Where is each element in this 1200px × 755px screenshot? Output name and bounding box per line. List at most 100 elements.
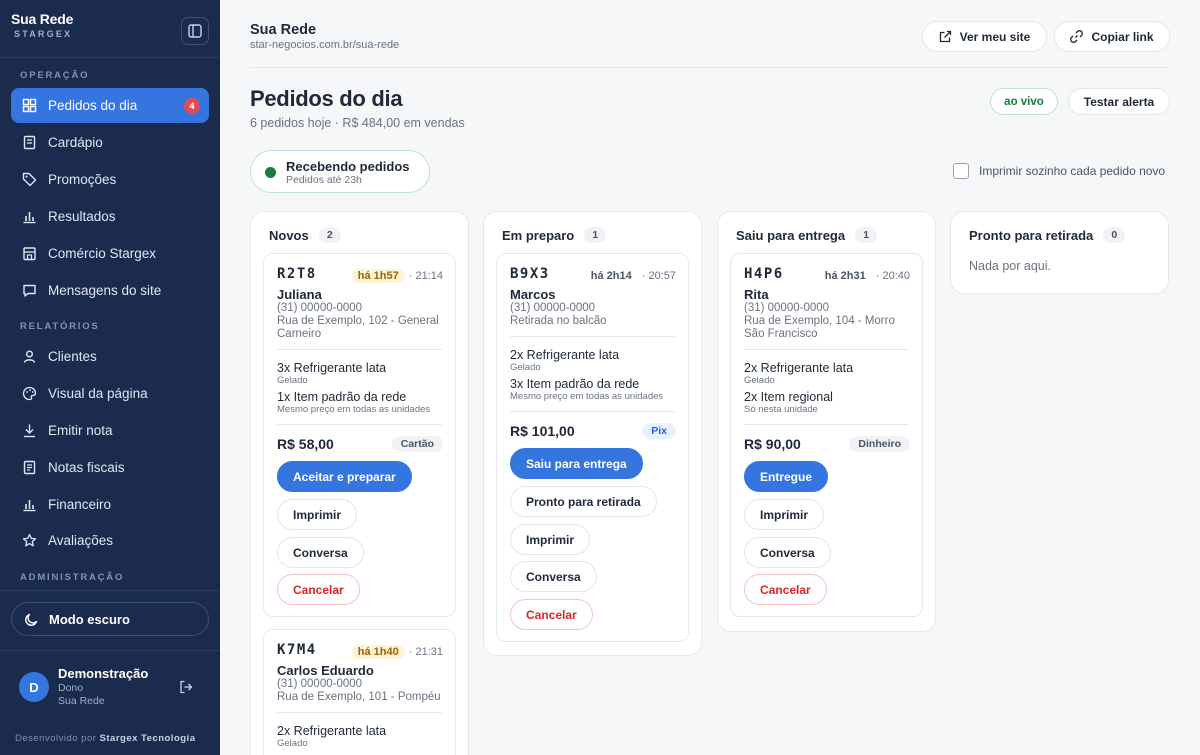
view-site-button[interactable]: Ver meu site <box>922 21 1047 52</box>
chat-button[interactable]: Conversa <box>277 537 364 568</box>
order-time: · 20:57 <box>641 270 676 282</box>
order-item: 2x Refrigerante lata Gelado <box>510 348 619 373</box>
sidebar-item-clientes[interactable]: Clientes <box>11 339 209 374</box>
order-code: H4P6 <box>744 266 784 282</box>
message-icon <box>21 283 37 299</box>
item-name: 2x Item regional <box>744 390 833 404</box>
avatar: D <box>19 672 49 702</box>
logout-icon <box>180 680 193 694</box>
item-note: Gelado <box>744 375 775 386</box>
collapse-sidebar-button[interactable] <box>181 17 209 45</box>
item-note: Gelado <box>277 375 308 386</box>
column-title: Novos <box>269 227 309 243</box>
payment-badge: Pix <box>642 423 676 439</box>
column-count: 1 <box>855 227 878 243</box>
sidebar-item-mensagens[interactable]: Mensagens do site <box>11 273 209 308</box>
card-divider <box>277 424 442 425</box>
card-divider <box>744 349 909 350</box>
item-note: Gelado <box>510 362 541 373</box>
sidebar-item-emitir-nota[interactable]: Emitir nota <box>11 413 209 448</box>
item-name: 2x Refrigerante lata <box>744 361 854 375</box>
user-name: Demonstração <box>58 666 149 681</box>
column-header: Saiu para entrega 1 <box>736 227 878 243</box>
column-count: 1 <box>584 227 607 243</box>
receiving-orders-toggle[interactable]: Recebendo pedidos Pedidos até 23h <box>250 150 430 193</box>
dark-mode-button[interactable]: Modo escuro <box>11 602 209 636</box>
chat-button[interactable]: Conversa <box>510 561 597 592</box>
sidebar-item-resultados[interactable]: Resultados <box>11 199 209 234</box>
brand-sub: STARGEX <box>14 29 73 39</box>
cancel-button[interactable]: Cancelar <box>744 574 827 605</box>
item-note: Mesmo preço em todas as unidades <box>510 391 664 402</box>
order-card[interactable]: R2T8 há 1h57 · 21:14 Juliana (31) 00000-… <box>263 253 456 617</box>
column-novos: Novos 2 R2T8 há 1h57 · 21:14 Juliana (31… <box>250 211 469 755</box>
column-saiu-para-entrega: Saiu para entrega 1 H4P6 há 2h31 · 20:40… <box>717 211 936 632</box>
order-meta: há 2h14 · 20:57 <box>585 269 676 283</box>
cancel-button[interactable]: Cancelar <box>277 574 360 605</box>
live-badge: ao vivo <box>990 88 1058 115</box>
cancel-button[interactable]: Cancelar <box>510 599 593 630</box>
out-for-delivery-button[interactable]: Saiu para entrega <box>510 448 643 479</box>
print-button[interactable]: Imprimir <box>277 499 358 530</box>
logout-button[interactable] <box>179 680 193 694</box>
column-count: 2 <box>318 227 341 243</box>
column-header: Em preparo 1 <box>502 227 607 243</box>
card-divider <box>277 349 442 350</box>
star-icon <box>21 533 37 549</box>
sidebar-item-label: Visual da página <box>48 386 148 401</box>
elapsed-badge: há 2h31 <box>824 270 866 282</box>
receiving-subtitle: Pedidos até 23h <box>286 174 362 186</box>
order-total: R$ 90,00 <box>744 436 801 452</box>
ready-for-pickup-button[interactable]: Pronto para retirada <box>510 486 657 517</box>
column-em-preparo: Em preparo 1 B9X3 há 2h14 · 20:57 Marcos… <box>483 211 702 656</box>
sidebar-item-avaliacoes[interactable]: Avaliações <box>11 523 209 558</box>
auto-print-checkbox[interactable] <box>953 163 969 179</box>
sidebar-item-label: Avaliações <box>48 533 114 548</box>
print-button[interactable]: Imprimir <box>744 499 825 530</box>
sidebar-item-pedidos[interactable]: Pedidos do dia 4 <box>11 88 209 123</box>
menu-book-icon <box>21 135 37 151</box>
user-panel: D Demonstração Dono Sua Rede <box>19 666 199 710</box>
customer-phone: (31) 00000-0000 <box>277 302 363 314</box>
column-title: Pronto para retirada <box>969 227 1094 243</box>
customer-phone: (31) 00000-0000 <box>510 302 596 314</box>
bar-chart-icon <box>21 209 37 225</box>
column-title: Em preparo <box>502 227 575 243</box>
sidebar-item-label: Cardápio <box>48 135 103 150</box>
chat-button[interactable]: Conversa <box>744 537 831 568</box>
order-total: R$ 58,00 <box>277 436 334 452</box>
credit-company: Stargex Tecnologia <box>99 733 196 744</box>
item-name: 1x Item padrão da rede <box>277 390 407 404</box>
order-meta: há 1h57 · 21:14 <box>351 269 443 283</box>
delivered-button[interactable]: Entregue <box>744 461 829 492</box>
payment-badge: Cartão <box>391 436 443 452</box>
site-url: star-negocios.com.br/sua-rede <box>250 39 400 51</box>
order-time: · 21:31 <box>408 646 443 658</box>
test-alert-button[interactable]: Testar alerta <box>1068 88 1170 115</box>
sidebar-item-financeiro[interactable]: Financeiro <box>11 487 209 522</box>
print-button[interactable]: Imprimir <box>510 524 591 555</box>
sidebar-item-cardapio[interactable]: Cardápio <box>11 125 209 160</box>
sidebar: Sua Rede STARGEX OPERAÇÃO Pedidos do dia… <box>0 0 220 755</box>
elapsed-badge: há 1h57 <box>351 269 405 283</box>
sidebar-item-label: Notas fiscais <box>48 460 125 475</box>
order-card[interactable]: K7M4 há 1h40 · 21:31 Carlos Eduardo (31)… <box>263 629 456 755</box>
order-code: B9X3 <box>510 266 550 282</box>
sidebar-item-promocoes[interactable]: Promoções <box>11 162 209 197</box>
order-card[interactable]: B9X3 há 2h14 · 20:57 Marcos (31) 00000-0… <box>496 253 689 642</box>
copy-link-button[interactable]: Copiar link <box>1054 21 1170 52</box>
sidebar-item-label: Pedidos do dia <box>48 98 138 113</box>
sidebar-item-visual[interactable]: Visual da página <box>11 376 209 411</box>
page-title: Pedidos do dia <box>250 86 403 111</box>
copy-link-label: Copiar link <box>1091 29 1154 44</box>
sidebar-item-notas-fiscais[interactable]: Notas fiscais <box>11 450 209 485</box>
item-name: 2x Refrigerante lata <box>510 348 620 362</box>
order-card[interactable]: H4P6 há 2h31 · 20:40 Rita (31) 00000-000… <box>730 253 923 617</box>
order-item: 3x Item padrão da rede Mesmo preço em to… <box>510 377 663 402</box>
item-note: Mesmo preço em todas as unidades <box>277 404 431 415</box>
sidebar-item-label: Comércio Stargex <box>48 246 157 261</box>
sidebar-divider <box>0 57 220 58</box>
auto-print-option[interactable]: Imprimir sozinho cada pedido novo <box>953 163 1165 179</box>
sidebar-item-comercio[interactable]: Comércio Stargex <box>11 236 209 271</box>
accept-order-button[interactable]: Aceitar e preparar <box>277 461 412 492</box>
